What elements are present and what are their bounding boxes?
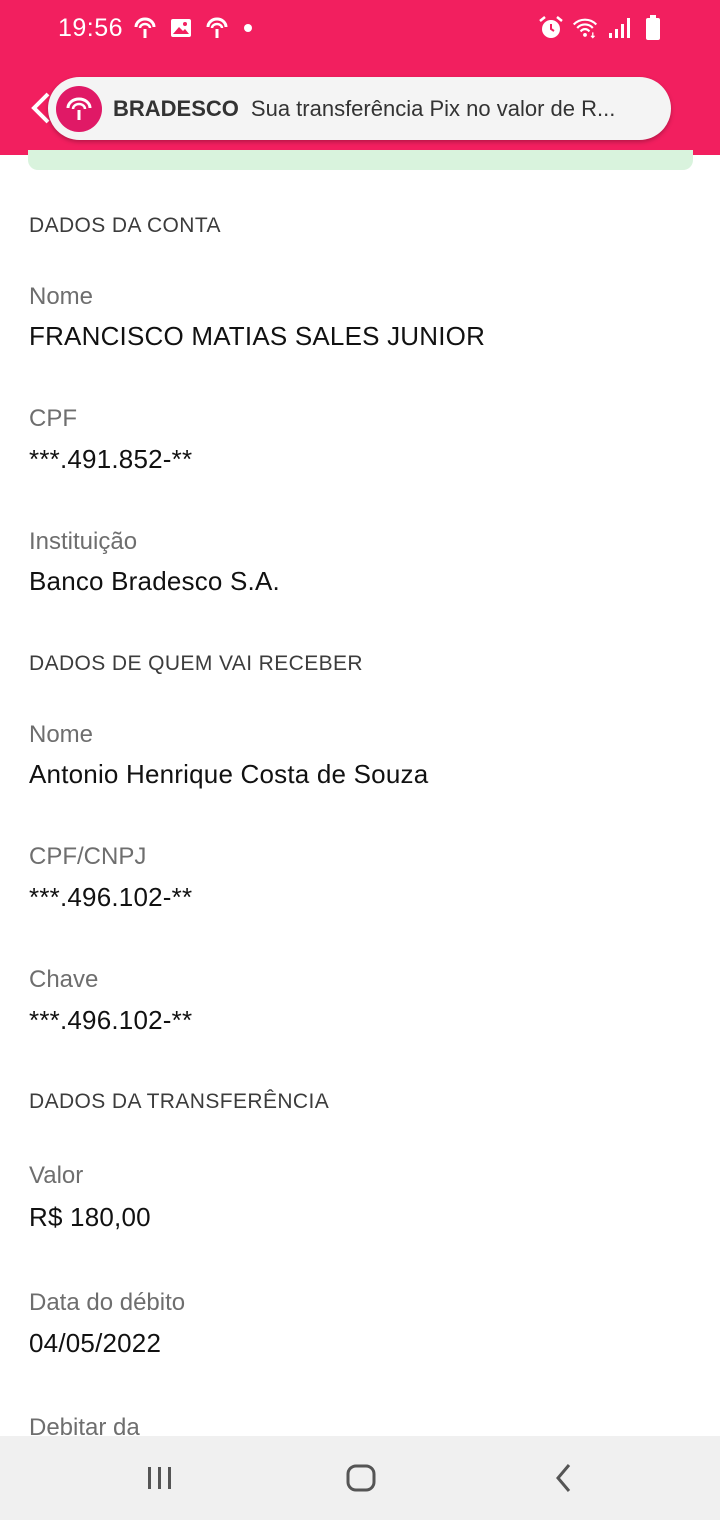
- signal-icon: [606, 14, 632, 42]
- recent-apps-icon[interactable]: [140, 1458, 180, 1498]
- success-banner-edge: [28, 150, 693, 170]
- field-label-nome: Nome: [29, 283, 94, 310]
- home-icon[interactable]: [341, 1458, 381, 1498]
- field-label-cpf-cnpj: CPF/CNPJ: [29, 843, 147, 870]
- wifi-icon: [572, 14, 598, 42]
- notification-banner[interactable]: BRADESCO Sua transferência Pix no valor …: [48, 77, 671, 140]
- field-value-nome: FRANCISCO MATIAS SALES JUNIOR: [29, 321, 486, 351]
- field-value-cpf: ***.491.852-**: [29, 444, 193, 474]
- status-time: 19:56: [58, 14, 124, 42]
- notification-text: Sua transferência Pix no valor de R...: [250, 95, 616, 121]
- section-title-recebedor: DADOS DE QUEM VAI RECEBER: [29, 652, 364, 675]
- bradesco-notification-icon: [204, 14, 230, 42]
- more-notifications-dot: [244, 24, 252, 32]
- section-title-transferencia: DADOS DA TRANSFERÊNCIA: [29, 1090, 330, 1113]
- notification-app-name: BRADESCO: [113, 95, 239, 121]
- status-right-icons: [538, 14, 666, 42]
- field-value-chave: ***.496.102-**: [29, 1005, 193, 1035]
- field-label-cpf: CPF: [29, 405, 77, 432]
- back-icon[interactable]: [544, 1458, 584, 1498]
- field-value-cpf-cnpj: ***.496.102-**: [29, 882, 193, 912]
- field-label-instituicao: Instituição: [29, 528, 138, 555]
- field-value-valor: R$ 180,00: [29, 1202, 151, 1232]
- bradesco-logo-icon: [56, 85, 102, 132]
- field-value-nome-recebedor: Antonio Henrique Costa de Souza: [29, 759, 429, 789]
- field-label-chave: Chave: [29, 966, 99, 993]
- field-label-nome-recebedor: Nome: [29, 721, 94, 748]
- image-icon: [168, 14, 194, 42]
- field-value-data-debito: 04/05/2022: [29, 1328, 162, 1358]
- section-title-conta: DADOS DA CONTA: [29, 214, 221, 237]
- alarm-icon: [538, 14, 564, 42]
- navigation-bar: [0, 1436, 720, 1520]
- field-label-valor: Valor: [29, 1162, 84, 1189]
- status-left-icons: [132, 14, 252, 42]
- bradesco-notification-icon: [132, 14, 158, 42]
- battery-icon: [640, 14, 666, 42]
- field-label-data-debito: Data do débito: [29, 1289, 186, 1316]
- field-value-instituicao: Banco Bradesco S.A.: [29, 566, 280, 596]
